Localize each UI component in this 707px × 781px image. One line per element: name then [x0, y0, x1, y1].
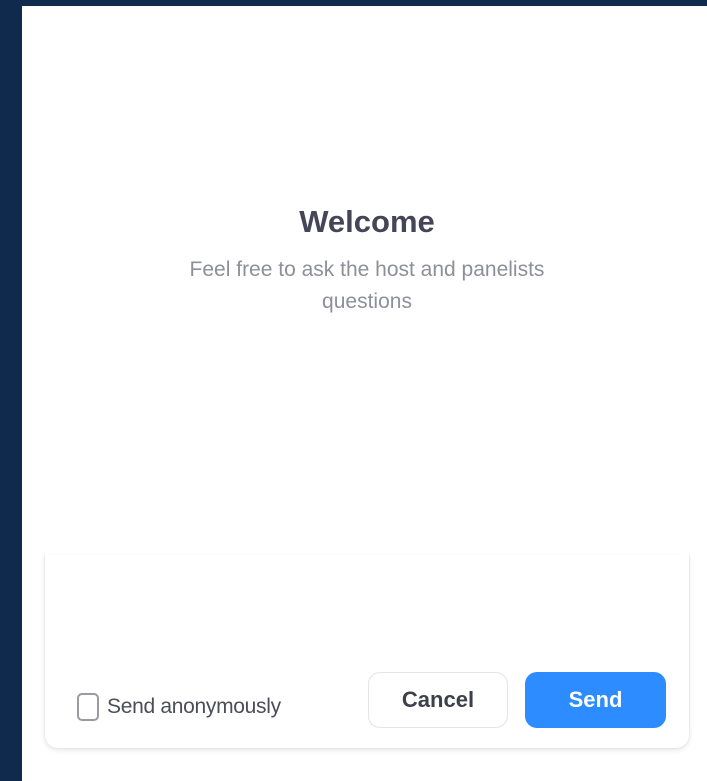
send-anonymously-label: Send anonymously [107, 695, 281, 718]
send-anonymously-toggle[interactable]: Send anonymously [77, 689, 281, 725]
question-composer: Send anonymously Cancel Send [44, 555, 690, 749]
send-anonymously-checkbox[interactable] [77, 693, 99, 721]
question-input[interactable] [57, 555, 677, 665]
qa-panel: Welcome Feel free to ask the host and pa… [22, 6, 707, 781]
send-button[interactable]: Send [525, 672, 666, 728]
welcome-title: Welcome [299, 204, 435, 239]
cancel-button[interactable]: Cancel [368, 672, 508, 728]
welcome-section: Welcome Feel free to ask the host and pa… [22, 202, 707, 318]
welcome-subtitle: Feel free to ask the host and panelists … [189, 258, 545, 313]
